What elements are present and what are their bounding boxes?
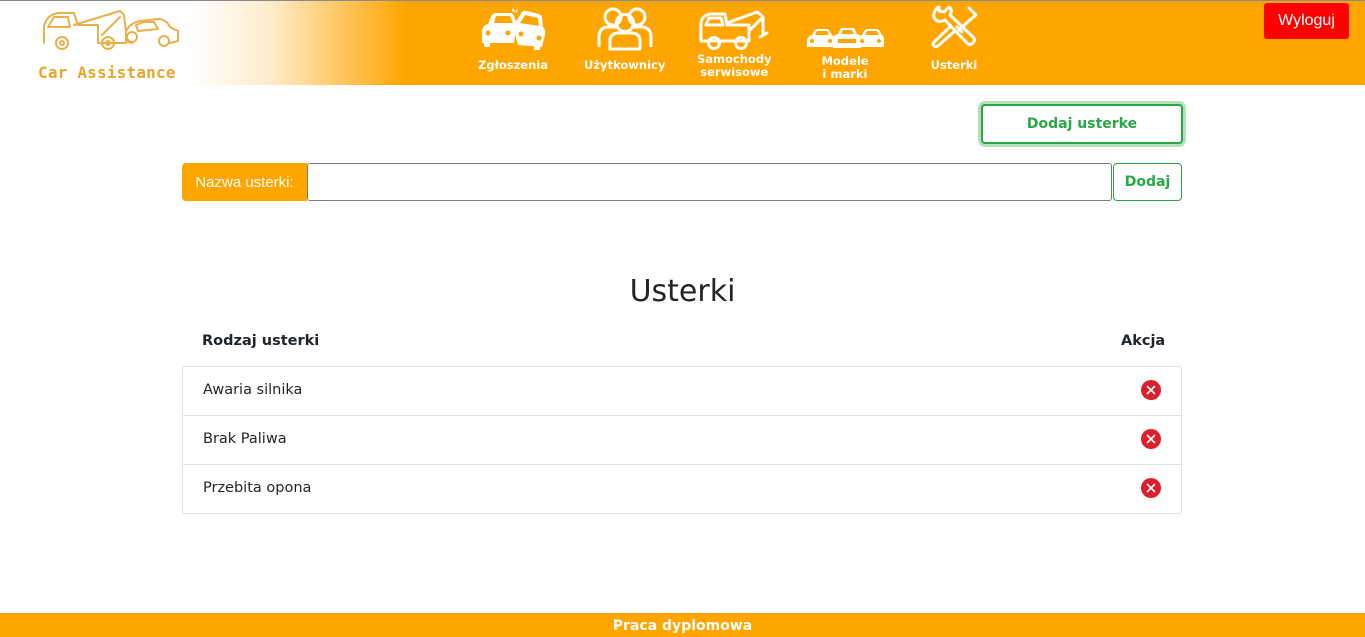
nav-label: Modele i marki [821,54,869,81]
nav-item-modele-i-marki[interactable]: Modele i marki [805,5,885,81]
cars-icon [805,5,885,51]
nav-label: Samochody serwisowe [697,52,772,79]
fault-name-input[interactable] [307,163,1112,201]
table-row: Brak Paliwa [183,416,1181,465]
footer: Praca dyplomowa [0,613,1365,637]
header: Car Assistance Zgłoszenia Użytkownicy Sa… [0,0,1365,85]
delete-icon[interactable] [1141,429,1161,449]
add-fault-button[interactable]: Dodaj usterke [981,104,1183,144]
crash-cars-icon [478,5,548,51]
fault-name-label: Nazwa usterki: [182,163,307,201]
nav-item-samochody-serwisowe[interactable]: Samochody serwisowe [697,5,772,79]
table-row: Awaria silnika [183,367,1181,416]
nav-label: Użytkownicy [584,58,666,72]
delete-icon[interactable] [1141,478,1161,498]
column-header-fault-type: Rodzaj usterki [202,333,320,349]
tow-truck-icon [697,5,771,51]
fault-name-cell: Awaria silnika [203,382,303,398]
submit-fault-button[interactable]: Dodaj [1113,163,1182,201]
faults-table: Awaria silnika Brak Paliwa Przebita opon… [182,366,1182,514]
nav-label: Usterki [930,58,978,72]
nav-item-uzytkownicy[interactable]: Użytkownicy [584,5,665,72]
delete-icon[interactable] [1141,380,1161,400]
footer-text: Praca dyplomowa [612,618,753,634]
tow-truck-logo-icon [43,10,179,50]
nav-item-zgloszenia[interactable]: Zgłoszenia [478,5,548,72]
logo[interactable]: Car Assistance [36,5,186,83]
logout-button[interactable]: Wyloguj [1264,3,1349,39]
fault-name-cell: Brak Paliwa [203,431,287,447]
nav-item-usterki[interactable]: Usterki [929,5,979,72]
fault-name-cell: Przebita opona [203,480,312,496]
table-row: Przebita opona [183,465,1181,513]
page-title: Usterki [629,274,736,309]
users-icon [597,5,653,51]
column-header-action: Akcja [1121,333,1166,349]
wrench-screwdriver-icon [929,5,979,51]
nav-label: Zgłoszenia [478,58,548,72]
logo-text: Car Assistance [38,63,176,82]
